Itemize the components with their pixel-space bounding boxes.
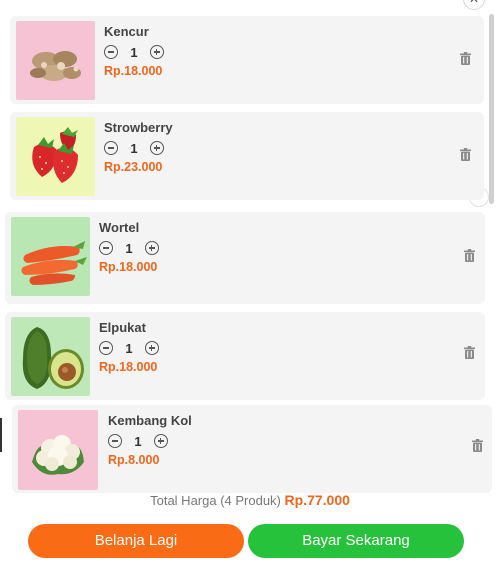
increase-qty-button[interactable] [150,141,164,155]
product-name: Kencur [104,24,149,39]
quantity-stepper: 1 [104,43,164,61]
decrease-qty-button[interactable] [99,241,113,255]
quantity-value: 1 [130,140,138,156]
pay-now-button[interactable]: Bayar Sekarang [248,524,464,558]
trash-icon[interactable] [460,52,471,65]
decrease-qty-button[interactable] [104,141,118,155]
quantity-stepper: 1 [108,432,168,450]
decrease-qty-button[interactable] [99,341,113,355]
trash-icon[interactable] [472,439,483,452]
increase-qty-button[interactable] [145,241,159,255]
decrease-qty-button[interactable] [104,45,118,59]
cart-item-strowberry: Strowberry 1 Rp.23.000 [10,112,484,200]
trash-icon[interactable] [464,346,475,359]
quantity-value: 1 [125,240,133,256]
close-icon[interactable]: ✕ [463,0,485,10]
edge-marker [0,418,2,452]
product-name: Strowberry [104,120,173,135]
product-price: Rp.8.000 [108,453,160,467]
product-price: Rp.18.000 [104,64,163,78]
trash-icon[interactable] [464,249,475,262]
quantity-stepper: 1 [99,339,159,357]
product-image-strowberry [16,117,95,196]
trash-icon[interactable] [460,148,471,161]
product-name: Elpukat [99,320,146,335]
cart-item-kencur: Kencur 1 Rp.18.000 [10,16,484,104]
cart-item-elpukat: Elpukat 1 Rp.18.000 [5,312,485,400]
decrease-qty-button[interactable] [108,434,122,448]
product-price: Rp.18.000 [99,260,158,274]
quantity-stepper: 1 [104,139,164,157]
increase-qty-button[interactable] [154,434,168,448]
increase-qty-button[interactable] [145,341,159,355]
continue-shopping-button[interactable]: Belanja Lagi [28,524,244,558]
product-name: Kembang Kol [108,413,192,428]
cart-modal: ✕ Kencur 1 Rp.18.000 [0,0,500,568]
cart-item-wortel: Wortel 1 Rp.18.000 [5,212,485,304]
total-label: Total Harga (4 Produk) [150,493,281,508]
product-image-elpukat [11,317,90,396]
product-price: Rp.23.000 [104,160,163,174]
quantity-value: 1 [134,433,142,449]
quantity-value: 1 [130,44,138,60]
product-image-kembang-kol [18,410,98,490]
cart-item-kembang-kol: Kembang Kol 1 Rp.8.000 [12,405,492,493]
scrollbar[interactable] [489,14,494,204]
increase-qty-button[interactable] [150,45,164,59]
product-image-kencur [16,21,95,100]
total-amount: Rp.77.000 [284,492,350,508]
product-image-wortel [11,217,90,296]
product-price: Rp.18.000 [99,360,158,374]
quantity-value: 1 [125,340,133,356]
quantity-stepper: 1 [99,239,159,257]
product-name: Wortel [99,220,140,235]
total-summary: Total Harga (4 Produk) Rp.77.000 [0,492,500,508]
